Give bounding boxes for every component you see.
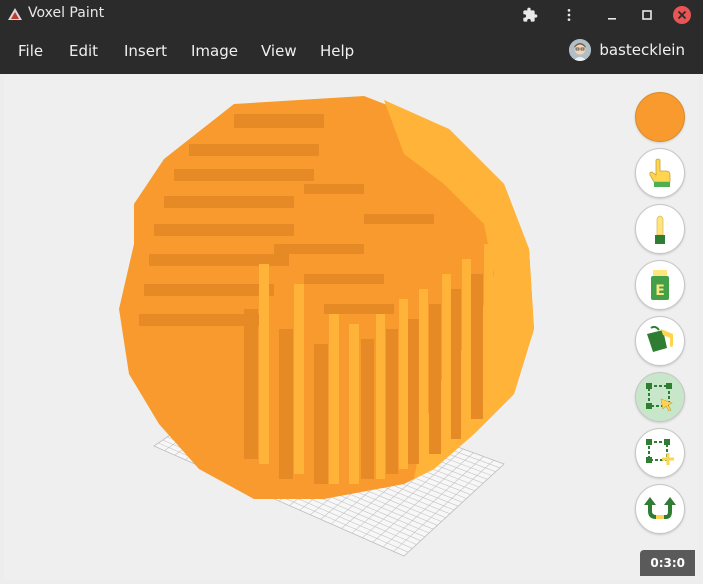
user-account[interactable]: bastecklein (569, 39, 685, 61)
menu-file[interactable]: File (18, 42, 43, 60)
voxel-canvas[interactable]: E 0:3:0 (4, 74, 699, 580)
paint-stick-icon (655, 215, 665, 244)
menu-image[interactable]: Image (191, 42, 238, 60)
eraser-tool-button[interactable]: E (635, 260, 685, 310)
voxel-scene (119, 96, 534, 557)
minimize-icon[interactable] (601, 4, 623, 26)
menu-edit[interactable]: Edit (69, 42, 98, 60)
select-tool-button[interactable] (635, 372, 685, 422)
status-indicator: 0:3:0 (640, 550, 695, 576)
avatar (569, 39, 592, 61)
pointer-tool-button[interactable] (635, 148, 685, 198)
move-selection-tool-button[interactable] (635, 428, 685, 478)
voxel-sphere (119, 96, 534, 499)
voxel-paint-window: Voxel Paint File Edit Insert Image View … (0, 0, 703, 584)
extension-icon[interactable] (519, 4, 541, 26)
move-selection-icon (646, 439, 674, 465)
title-bar: Voxel Paint (0, 0, 703, 29)
pointing-hand-icon (649, 158, 671, 187)
rotate-arrow-icon (644, 497, 676, 519)
menu-view[interactable]: View (261, 42, 297, 60)
close-icon[interactable] (671, 4, 693, 26)
menu-bar: File Edit Insert Image View Help basteck… (0, 29, 703, 74)
menu-help[interactable]: Help (320, 42, 354, 60)
current-color-button[interactable] (635, 92, 685, 142)
menu-insert[interactable]: Insert (124, 42, 167, 60)
rotate-tool-button[interactable] (635, 484, 685, 534)
window-title: Voxel Paint (28, 5, 105, 21)
selection-icon (646, 383, 673, 412)
svg-text:E: E (655, 283, 665, 299)
maximize-icon[interactable] (636, 4, 658, 26)
paint-bucket-icon (647, 326, 673, 352)
more-vert-icon[interactable] (558, 4, 580, 26)
voxel-app-icon (8, 8, 22, 20)
fill-tool-button[interactable] (635, 316, 685, 366)
eraser-icon: E (651, 270, 669, 300)
username: bastecklein (599, 41, 685, 59)
paint-tool-button[interactable] (635, 204, 685, 254)
